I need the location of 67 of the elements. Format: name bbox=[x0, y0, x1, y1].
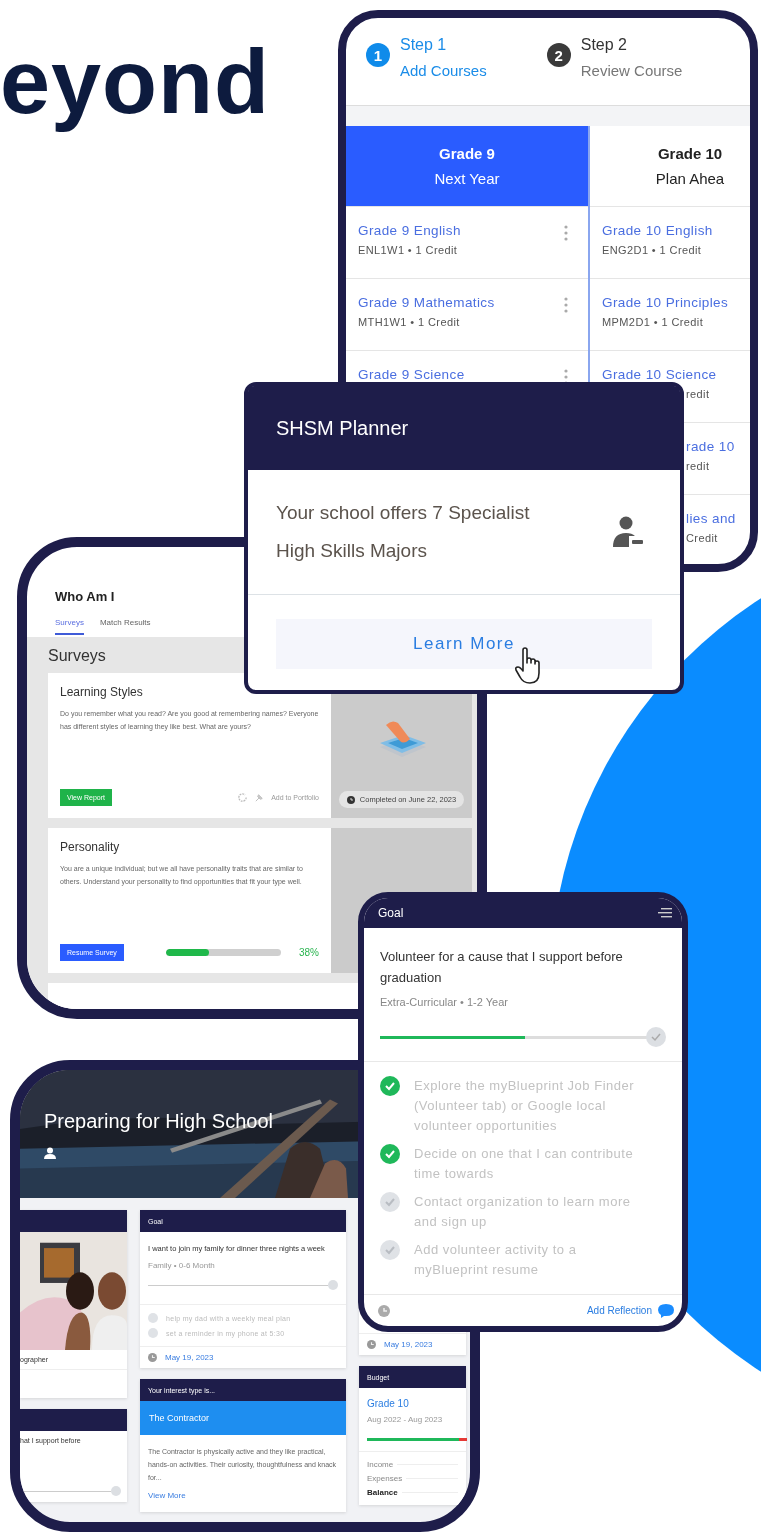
course-detail: redit bbox=[685, 388, 711, 400]
step-checkbox[interactable] bbox=[380, 1240, 400, 1260]
goal-date: May 19, 2023 bbox=[165, 1353, 214, 1362]
person-minus-icon bbox=[610, 515, 644, 549]
view-more-link[interactable]: View More bbox=[148, 1491, 186, 1500]
learn-more-button[interactable]: Learn More bbox=[276, 619, 652, 669]
budget-row-label: Expenses bbox=[367, 1474, 403, 1483]
course-detail: ENL1W1 • 1 Credit bbox=[358, 244, 459, 256]
card-title: SHSM Planner bbox=[276, 416, 409, 440]
course-detail: redit bbox=[686, 460, 711, 472]
grade-column-header[interactable]: Grade 9 Next Year bbox=[346, 126, 588, 207]
step-text: Contact organization to learn more and sign up bbox=[414, 1193, 632, 1231]
course-link[interactable]: Grade 10 English bbox=[602, 223, 713, 238]
chat-bubble-icon bbox=[658, 1303, 674, 1318]
step-checkbox[interactable] bbox=[380, 1192, 400, 1212]
section-title: Surveys bbox=[48, 647, 107, 665]
page-title: Preparing for High School bbox=[44, 1110, 273, 1133]
step-tab[interactable]: 2 Step 2 Review Course bbox=[546, 32, 683, 105]
step-text: Add volunteer activity to a myBlueprint resume bbox=[414, 1241, 578, 1279]
step-tab[interactable]: 1 Step 1 Add Courses bbox=[366, 32, 487, 105]
clock-icon bbox=[367, 1340, 376, 1349]
clock-icon bbox=[148, 1353, 157, 1362]
card-text: Your school offers 7 Specialist High Skills Majors bbox=[276, 501, 531, 563]
budget-title: Grade 10 bbox=[367, 1398, 410, 1409]
budget-row-label: Income bbox=[367, 1460, 394, 1469]
add-reflection-link[interactable]: Add Reflection bbox=[586, 1305, 652, 1316]
headline: eyond bbox=[0, 31, 271, 134]
course-link[interactable]: Grade 10 Science bbox=[602, 367, 717, 382]
course-detail: MTH1W1 • 1 Credit bbox=[358, 316, 461, 328]
budget-period: Aug 2022 - Aug 2023 bbox=[367, 1415, 444, 1424]
step-number: 2 bbox=[546, 43, 571, 67]
step-checkbox[interactable] bbox=[380, 1144, 400, 1164]
clock-icon bbox=[378, 1304, 390, 1317]
course-detail: MPM2D1 • 1 Credit bbox=[602, 316, 705, 328]
course-link[interactable]: lies and bbox=[686, 511, 736, 526]
step-number: 1 bbox=[366, 43, 390, 67]
goal-meta: Family • 0-6 Month bbox=[148, 1261, 216, 1270]
survey-title: Learning Styles bbox=[60, 685, 144, 699]
goal-date: May 19, 2023 bbox=[384, 1340, 433, 1349]
clock-icon bbox=[346, 795, 355, 804]
course-link[interactable]: Grade 10 Principles bbox=[602, 295, 729, 310]
card-title: Goal bbox=[378, 906, 404, 920]
interest-type: The Contractor bbox=[149, 1413, 210, 1423]
step-checkbox[interactable] bbox=[148, 1313, 158, 1323]
step-checkbox[interactable] bbox=[148, 1328, 158, 1338]
step-text: Explore the myBlueprint Job Finder (Volunteer tab) or Google local volunteer opportunities bbox=[414, 1077, 636, 1135]
refresh-icon[interactable] bbox=[237, 792, 249, 803]
goal-meta: Extra-Curricular • 1-2 Year bbox=[380, 996, 509, 1008]
progress-thumb bbox=[328, 1280, 338, 1290]
progress-thumb bbox=[111, 1486, 121, 1496]
survey-title: Personality bbox=[60, 840, 121, 854]
step-checkbox[interactable] bbox=[380, 1076, 400, 1096]
page-title: Who Am I bbox=[55, 589, 116, 604]
course-link[interactable]: rade 10 bbox=[686, 439, 735, 454]
progress-reading: 38% bbox=[299, 947, 319, 958]
budget-row-label: Balance bbox=[367, 1488, 398, 1497]
course-link[interactable]: Grade 9 Science bbox=[358, 367, 465, 382]
course-link[interactable]: Grade 9 English bbox=[358, 223, 461, 238]
pin-icon bbox=[254, 792, 266, 803]
tab[interactable]: Match Results bbox=[99, 618, 151, 635]
course-detail: ENG2D1 • 1 Credit bbox=[602, 244, 703, 256]
tab[interactable]: Surveys bbox=[55, 618, 84, 635]
course-detail: Credit bbox=[686, 532, 719, 544]
goal-title: Volunteer for a cause that I support before graduation bbox=[380, 948, 624, 987]
course-link[interactable]: Grade 9 Mathematics bbox=[358, 295, 495, 310]
menu-icon[interactable] bbox=[658, 907, 672, 919]
person-icon bbox=[44, 1147, 56, 1159]
